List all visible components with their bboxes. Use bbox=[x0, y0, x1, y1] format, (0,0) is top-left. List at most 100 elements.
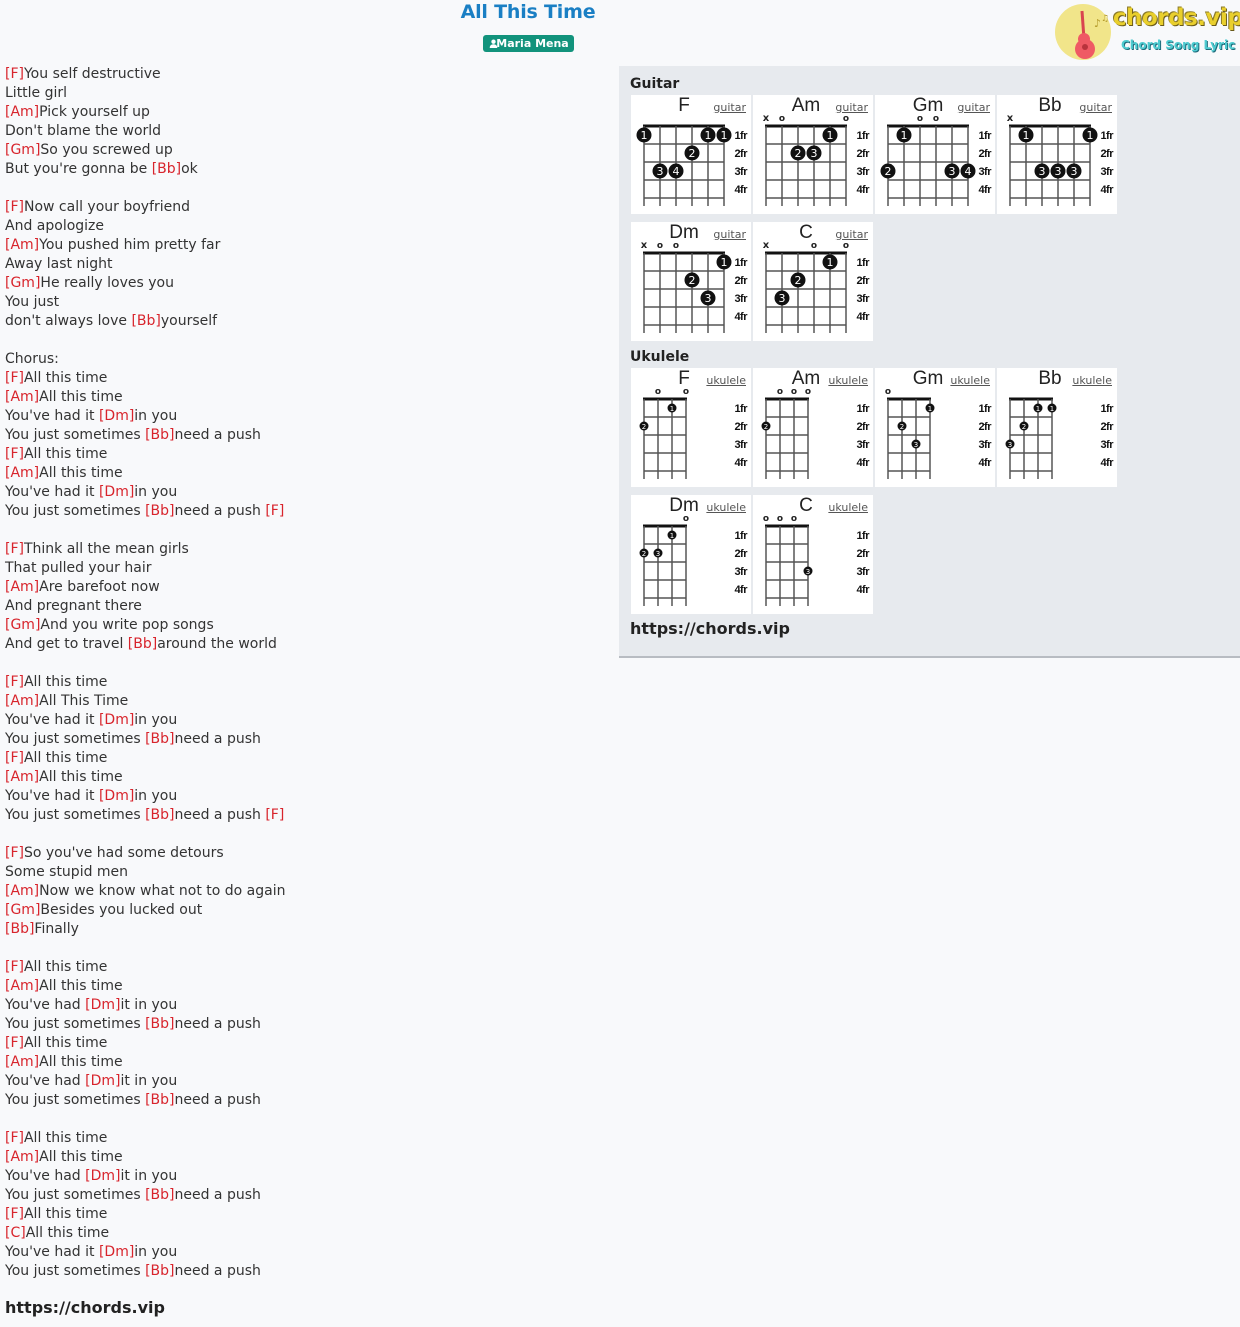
finger-number: 1 bbox=[827, 256, 834, 269]
lyric-line: [F]All this time bbox=[5, 673, 605, 692]
lyric-line: [Am]All this time bbox=[5, 388, 605, 407]
guitar-link[interactable]: guitar bbox=[1079, 101, 1112, 114]
lyrics-footer-link[interactable]: https://chords.vip bbox=[5, 1298, 165, 1317]
ukulele-link[interactable]: ukulele bbox=[828, 501, 868, 514]
chord-marker[interactable]: [Am] bbox=[5, 1054, 39, 1070]
guitar-chord-diagram-dm[interactable]: x o o 1fr 2fr 3fr 4fr 1 2 3 Dm guitar bbox=[631, 222, 751, 341]
ukulele-link[interactable]: ukulele bbox=[706, 374, 746, 387]
lyric-text: in you bbox=[134, 1244, 178, 1260]
chord-marker[interactable]: [Am] bbox=[5, 389, 39, 405]
chord-marker[interactable]: [F] bbox=[5, 370, 24, 386]
lyric-text: need a push bbox=[174, 1263, 261, 1279]
chord-marker[interactable]: [Bb] bbox=[145, 1263, 174, 1279]
guitar-link[interactable]: guitar bbox=[957, 101, 990, 114]
logo-text: chords.vip bbox=[1113, 5, 1240, 31]
ukulele-link[interactable]: ukulele bbox=[706, 501, 746, 514]
chord-marker[interactable]: [Dm] bbox=[99, 788, 134, 804]
chord-marker[interactable]: [Am] bbox=[5, 883, 39, 899]
chord-marker[interactable]: [Bb] bbox=[5, 921, 34, 937]
guitar-link[interactable]: guitar bbox=[713, 228, 746, 241]
lyric-text: All this time bbox=[39, 389, 123, 405]
chord-marker[interactable]: [Bb] bbox=[145, 731, 174, 747]
lyric-text: Pick yourself up bbox=[39, 104, 150, 120]
chord-marker[interactable]: [F] bbox=[5, 1206, 24, 1222]
chord-marker[interactable]: [Am] bbox=[5, 465, 39, 481]
chord-marker[interactable]: [F] bbox=[5, 1130, 24, 1146]
chord-marker[interactable]: [Am] bbox=[5, 579, 39, 595]
lyric-line: [Am]Pick yourself up bbox=[5, 103, 605, 122]
ukulele-chord-diagram-bb[interactable]: 1fr 2fr 3fr 4fr 1 1 2 3 Bb ukulele bbox=[997, 368, 1117, 487]
chord-marker[interactable]: [F] bbox=[5, 446, 24, 462]
chord-marker[interactable]: [F] bbox=[5, 959, 24, 975]
chord-marker[interactable]: [Bb] bbox=[145, 1092, 174, 1108]
chord-marker[interactable]: [F] bbox=[5, 66, 24, 82]
ukulele-chord-diagram-dm[interactable]: o 1fr 2fr 3fr 4fr 1 2 3 Dm ukulele bbox=[631, 495, 751, 614]
lyric-text: You've had it bbox=[5, 484, 99, 500]
chord-marker[interactable]: [Dm] bbox=[99, 484, 134, 500]
chord-marker[interactable]: [F] bbox=[5, 750, 24, 766]
chord-marker[interactable]: [Gm] bbox=[5, 902, 40, 918]
chord-marker[interactable]: [Bb] bbox=[145, 427, 174, 443]
chord-marker[interactable]: [Dm] bbox=[85, 997, 120, 1013]
ukulele-chord-diagram-f[interactable]: o o 1fr 2fr 3fr 4fr 1 2 Fukulele bbox=[631, 368, 751, 487]
chord-marker[interactable]: [Bb] bbox=[145, 807, 174, 823]
lyric-line: Little girl bbox=[5, 84, 605, 103]
guitar-chord-diagram-c[interactable]: x o o 1fr 2fr 3fr 4fr 1 2 3 Cguitar bbox=[753, 222, 873, 341]
finger-number: 2 bbox=[1022, 423, 1026, 431]
ukulele-chord-diagram-am[interactable]: o o o 1fr 2fr 3fr 4fr 2 Am ukulele bbox=[753, 368, 873, 487]
lyric-text: Think all the mean girls bbox=[23, 541, 189, 557]
chord-marker[interactable]: [Dm] bbox=[85, 1168, 120, 1184]
chord-marker[interactable]: [Bb] bbox=[145, 503, 174, 519]
chord-marker[interactable]: [Am] bbox=[5, 1149, 39, 1165]
ukulele-link[interactable]: ukulele bbox=[828, 374, 868, 387]
chord-marker[interactable]: [Am] bbox=[5, 237, 39, 253]
chord-marker[interactable]: [F] bbox=[5, 845, 24, 861]
chord-marker[interactable]: [Am] bbox=[5, 978, 39, 994]
guitar-chord-diagram-gm[interactable]: o o 1fr 2fr 3fr 4fr 1 2 3 4 Gm guitar bbox=[875, 95, 995, 214]
lyric-text: You've had it bbox=[5, 408, 99, 424]
artist-name: Maria Mena bbox=[496, 37, 569, 50]
ukulele-link[interactable]: ukulele bbox=[1072, 374, 1112, 387]
chord-marker[interactable]: [F] bbox=[5, 199, 24, 215]
fret-label: 3fr bbox=[856, 166, 870, 178]
site-logo[interactable]: ♪ ♫ chords.vip Chord Song Lyric bbox=[1054, 3, 1240, 61]
guitar-link[interactable]: guitar bbox=[835, 228, 868, 241]
finger-number: 1 bbox=[721, 129, 728, 142]
guitar-link[interactable]: guitar bbox=[835, 101, 868, 114]
guitar-chord-diagram-bb[interactable]: x 1fr 2fr 3fr 4fr 1 1 3 3 3 Bb guitar bbox=[997, 95, 1117, 214]
chord-marker[interactable]: [C] bbox=[5, 1225, 26, 1241]
chord-marker[interactable]: [Dm] bbox=[99, 1244, 134, 1260]
chord-marker[interactable]: [Gm] bbox=[5, 142, 40, 158]
lyric-line: You've had it [Dm]in you bbox=[5, 407, 605, 426]
chord-marker[interactable]: [Bb] bbox=[152, 161, 181, 177]
chord-marker[interactable]: [Dm] bbox=[85, 1073, 120, 1089]
lyric-text: So you've had some detours bbox=[23, 845, 224, 861]
lyric-text: And you write pop songs bbox=[40, 617, 214, 633]
panel-footer-link[interactable]: https://chords.vip bbox=[630, 619, 790, 638]
fret-label: 1fr bbox=[1100, 403, 1114, 415]
guitar-chord-diagram-f[interactable]: 1fr 2fr 3fr 4fr 1 1 1 2 3 4 Fguitar bbox=[631, 95, 751, 214]
lyric-line: don't always love [Bb]yourself bbox=[5, 312, 605, 331]
chord-marker[interactable]: [Gm] bbox=[5, 617, 40, 633]
ukulele-chord-diagram-c[interactable]: o o o 1fr 2fr 3fr 4fr 3 Cukulele bbox=[753, 495, 873, 614]
chord-marker[interactable]: [Bb] bbox=[128, 636, 157, 652]
chord-marker[interactable]: [Gm] bbox=[5, 275, 40, 291]
chord-marker[interactable]: [Dm] bbox=[99, 712, 134, 728]
chord-marker[interactable]: [F] bbox=[5, 541, 24, 557]
artist-badge[interactable]: Maria Mena bbox=[483, 35, 574, 52]
chord-marker[interactable]: [F] bbox=[265, 807, 284, 823]
guitar-chord-diagram-am[interactable]: x o o 1fr 2fr 3fr 4fr 1 2 3 Am guitar bbox=[753, 95, 873, 214]
ukulele-link[interactable]: ukulele bbox=[950, 374, 990, 387]
chord-marker[interactable]: [Am] bbox=[5, 104, 39, 120]
guitar-link[interactable]: guitar bbox=[713, 101, 746, 114]
chord-marker[interactable]: [Bb] bbox=[145, 1187, 174, 1203]
chord-marker[interactable]: [Am] bbox=[5, 769, 39, 785]
chord-marker[interactable]: [Dm] bbox=[99, 408, 134, 424]
chord-marker[interactable]: [Am] bbox=[5, 693, 39, 709]
chord-marker[interactable]: [Bb] bbox=[145, 1016, 174, 1032]
ukulele-chord-diagram-gm[interactable]: o 1fr 2fr 3fr 4fr 1 2 3 Gm ukulele bbox=[875, 368, 995, 487]
chord-marker[interactable]: [F] bbox=[265, 503, 284, 519]
chord-marker[interactable]: [F] bbox=[5, 674, 24, 690]
chord-marker[interactable]: [Bb] bbox=[131, 313, 160, 329]
chord-marker[interactable]: [F] bbox=[5, 1035, 24, 1051]
